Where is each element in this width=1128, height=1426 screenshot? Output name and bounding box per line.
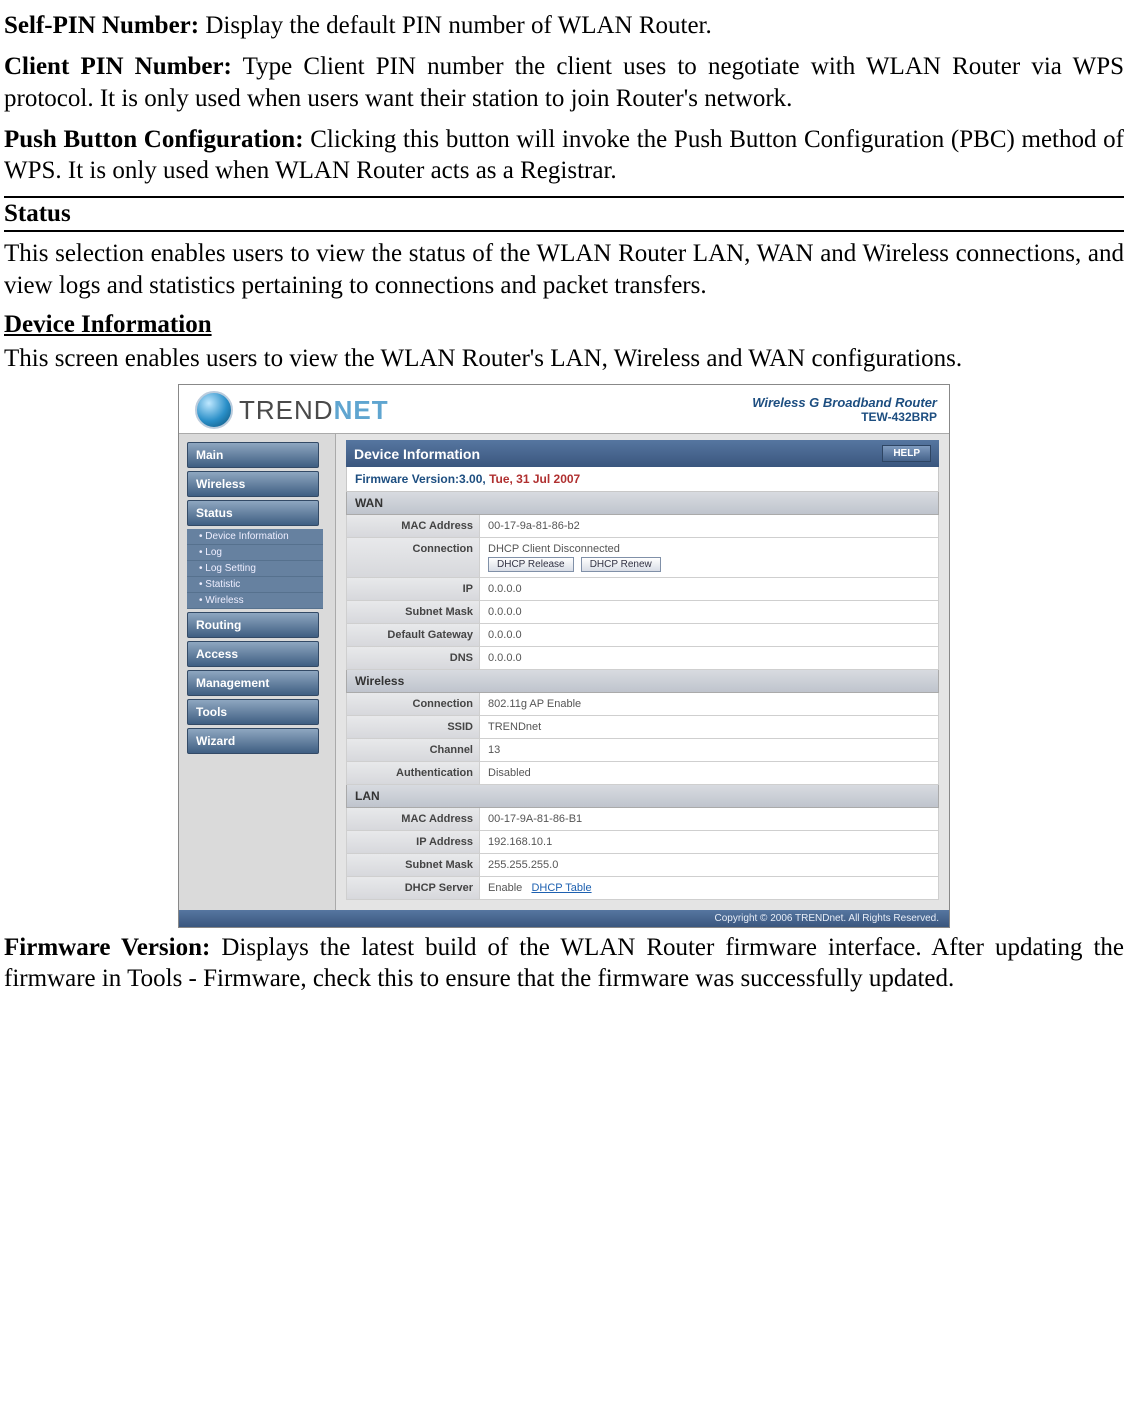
panel-title: Device Information — [354, 446, 480, 462]
para-clientpin: Client PIN Number: Type Client PIN numbe… — [4, 51, 1124, 114]
nav-status[interactable]: Status — [187, 500, 319, 526]
heading-devinfo: Device Information — [4, 311, 1124, 339]
para-devinfo: This screen enables users to view the WL… — [4, 343, 1124, 374]
wan-mask-row: Subnet Mask 0.0.0.0 — [346, 601, 939, 624]
wan-ip-row: IP 0.0.0.0 — [346, 578, 939, 601]
wan-dns-row: DNS 0.0.0.0 — [346, 647, 939, 670]
lbl-selfpin: Self-PIN Number: — [4, 12, 199, 39]
wan-conn-state: DHCP Client Disconnected — [488, 543, 930, 555]
lan-ip-row: IP Address 192.168.10.1 — [346, 831, 939, 854]
divider-bottom — [4, 230, 1124, 232]
wl-header: Wireless — [346, 670, 939, 693]
txt-selfpin: Display the default PIN number of WLAN R… — [199, 12, 712, 39]
heading-status: Status — [4, 200, 1124, 228]
brand-text: TRENDNET — [239, 395, 389, 426]
lan-dhcp-state: Enable — [488, 882, 522, 894]
nav-routing[interactable]: Routing — [187, 612, 319, 638]
nav-mgmt[interactable]: Management — [187, 670, 319, 696]
nav-wizard[interactable]: Wizard — [187, 728, 319, 754]
dhcp-renew-button[interactable]: DHCP Renew — [581, 557, 661, 572]
nav-sub-devinfo[interactable]: • Device Information — [187, 529, 323, 545]
nav-main[interactable]: Main — [187, 442, 319, 468]
nav-sub-wl[interactable]: • Wireless — [187, 593, 323, 609]
wl-chan-row: Channel 13 — [346, 739, 939, 762]
lan-mac-row: MAC Address 00-17-9A-81-86-B1 — [346, 808, 939, 831]
panel-header: Device Information HELP — [346, 440, 939, 467]
logo-icon — [195, 391, 233, 429]
divider-top — [4, 196, 1124, 198]
lan-dhcp-row: DHCP Server Enable DHCP Table — [346, 877, 939, 900]
router-header: TRENDNET Wireless G Broadband Router TEW… — [179, 385, 949, 433]
nav-sub-log[interactable]: • Log — [187, 545, 323, 561]
lbl-clientpin: Client PIN Number: — [4, 53, 232, 80]
nav-wireless[interactable]: Wireless — [187, 471, 319, 497]
nav-tools[interactable]: Tools — [187, 699, 319, 725]
wan-mac-row: MAC Address 00-17-9a-81-86-b2 — [346, 515, 939, 538]
para-selfpin: Self-PIN Number: Display the default PIN… — [4, 10, 1124, 41]
firmware-line: Firmware Version:3.00, Tue, 31 Jul 2007 — [346, 467, 939, 492]
lan-header: LAN — [346, 785, 939, 808]
wl-ssid-row: SSID TRENDnet — [346, 716, 939, 739]
sidebar: Main Wireless Status • Device Informatio… — [179, 434, 335, 910]
router-footer: Copyright © 2006 TRENDnet. All Rights Re… — [179, 910, 949, 927]
wl-auth-row: Authentication Disabled — [346, 762, 939, 785]
nav-sub-logset[interactable]: • Log Setting — [187, 561, 323, 577]
dhcp-table-link[interactable]: DHCP Table — [531, 882, 591, 894]
main-panel: Device Information HELP Firmware Version… — [335, 434, 949, 910]
lan-mask-row: Subnet Mask 255.255.255.0 — [346, 854, 939, 877]
para-fw: Firmware Version: Displays the latest bu… — [4, 932, 1124, 995]
model-label: Wireless G Broadband Router TEW-432BRP — [752, 395, 937, 424]
lbl-fw: Firmware Version: — [4, 934, 210, 961]
lbl-pbc: Push Button Configuration: — [4, 126, 304, 153]
help-button[interactable]: HELP — [882, 445, 931, 462]
para-status: This selection enables users to view the… — [4, 238, 1124, 301]
brand-logo: TRENDNET — [195, 391, 389, 429]
nav-sub-stat[interactable]: • Statistic — [187, 577, 323, 593]
nav-access[interactable]: Access — [187, 641, 319, 667]
para-pbc: Push Button Configuration: Clicking this… — [4, 124, 1124, 187]
wan-gw-row: Default Gateway 0.0.0.0 — [346, 624, 939, 647]
router-screenshot: TRENDNET Wireless G Broadband Router TEW… — [4, 384, 1124, 928]
wan-header: WAN — [346, 492, 939, 515]
dhcp-release-button[interactable]: DHCP Release — [488, 557, 574, 572]
wl-conn-row: Connection 802.11g AP Enable — [346, 693, 939, 716]
wan-conn-row: Connection DHCP Client Disconnected DHCP… — [346, 538, 939, 578]
